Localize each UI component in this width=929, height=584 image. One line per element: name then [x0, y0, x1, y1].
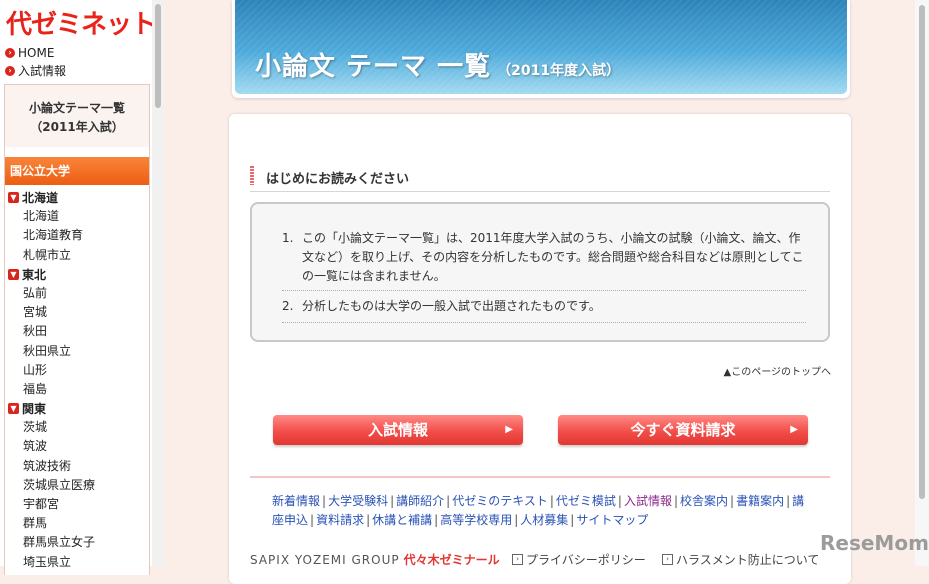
region-label: 北海道: [22, 191, 59, 206]
footer-nav: 新着情報 | 大学受験科 | 講師紹介 | 代ゼミのテキスト | 代ゼミ模試 | 入試情報 | 校舎案内…: [272, 494, 805, 527]
exam-info-button[interactable]: 入試情報 ▶: [273, 415, 523, 445]
group-brand: SAPIX YOZEMI GROUP 代々木ゼミナール: [250, 551, 500, 568]
home-link[interactable]: › HOME: [5, 46, 54, 60]
request-materials-button[interactable]: 今すぐ資料請求 ▶: [558, 415, 808, 445]
sidebar-title-line2: （2011年入試）: [30, 120, 124, 134]
section-heading: はじめにお読みください: [250, 166, 830, 192]
region-tohoku[interactable]: ▼ 東北: [5, 265, 149, 284]
footer-link[interactable]: 資料請求: [316, 513, 364, 527]
page-title-sub: （2011年度入試）: [497, 63, 621, 79]
privacy-policy-label: プライバシーポリシー: [526, 553, 646, 567]
main-scrollbar[interactable]: [915, 0, 929, 566]
heading-bar-icon: [250, 166, 254, 185]
region-label: 関東: [22, 402, 47, 417]
region-label: 東北: [22, 267, 47, 282]
school-link[interactable]: 宇都宮: [5, 495, 149, 514]
request-materials-button-label: 今すぐ資料請求: [630, 421, 736, 439]
school-link[interactable]: 秋田: [5, 322, 149, 341]
group-name: SAPIX YOZEMI GROUP: [250, 553, 400, 567]
school-link[interactable]: 山形: [5, 361, 149, 380]
content-panel: はじめにお読みください 1. この「小論文テーマ一覧」は、2011年度大学入試の…: [229, 114, 851, 584]
footer-divider: [250, 476, 830, 478]
region-kanto[interactable]: ▼ 関東: [5, 399, 149, 418]
main-scrollbar-thumb[interactable]: [919, 5, 925, 499]
school-link[interactable]: 茨城: [5, 418, 149, 437]
footer-link[interactable]: 新着情報: [272, 494, 320, 508]
footer-link[interactable]: 入試情報: [624, 494, 672, 508]
school-link[interactable]: 埼玉県立: [5, 553, 149, 572]
sidebar-nav-box: 小論文テーマ一覧 （2011年入試） 国公立大学 ▼ 北海道 北海道 北海道教育…: [4, 84, 150, 575]
school-link[interactable]: 宮城: [5, 303, 149, 322]
category-header[interactable]: 国公立大学: [5, 157, 149, 185]
region-hokkaido[interactable]: ▼ 北海道: [5, 188, 149, 207]
site-logo[interactable]: 代ゼミネット: [6, 4, 157, 41]
school-link[interactable]: 弘前: [5, 284, 149, 303]
page-title: 小論文 テーマ 一覧 （2011年度入試）: [255, 46, 620, 83]
footer-link[interactable]: 人材募集: [520, 513, 568, 527]
footer-link[interactable]: 高等学校専用: [440, 513, 512, 527]
yozemi-logo: 代々木ゼミナール: [403, 553, 500, 567]
footer-link[interactable]: 大学受験科: [328, 494, 388, 508]
school-link[interactable]: 筑波技術: [5, 457, 149, 476]
exam-info-button-label: 入試情報: [367, 421, 428, 439]
arrow-box-icon: ›: [662, 554, 673, 565]
notice-text: この「小論文テーマ一覧」は、2011年度大学入試のうち、小論文の試験（小論文、論…: [302, 231, 804, 283]
exam-info-link-label: 入試情報: [18, 64, 67, 78]
footer-bottom-row: SAPIX YOZEMI GROUP 代々木ゼミナール › プライバシーポリシー …: [250, 551, 850, 571]
harassment-label: ハラスメント防止について: [676, 553, 820, 567]
school-link[interactable]: 茨城県立医療: [5, 476, 149, 495]
school-link[interactable]: 秋田県立: [5, 342, 149, 361]
sidebar-title: 小論文テーマ一覧 （2011年入試）: [5, 85, 149, 147]
privacy-policy-link[interactable]: › プライバシーポリシー: [512, 551, 646, 568]
region-list: ▼ 北海道 北海道 北海道教育 札幌市立 ▼ 東北 弘前 宮城 秋田 秋田県立 …: [5, 185, 149, 572]
arrow-right-icon: ▶: [790, 424, 798, 435]
banner-background: 小論文 テーマ 一覧 （2011年度入試）: [235, 0, 847, 94]
notice-item: 2. 分析したものは大学の一般入試で出題されたものです。: [282, 297, 806, 323]
notice-text: 分析したものは大学の一般入試で出題されたものです。: [302, 299, 601, 313]
footer-link[interactable]: 代ゼミのテキスト: [452, 494, 548, 508]
sidebar-title-line1: 小論文テーマ一覧: [28, 101, 125, 115]
down-arrow-icon: ▼: [8, 268, 19, 280]
notice-box: 1. この「小論文テーマ一覧」は、2011年度大学入試のうち、小論文の試験（小論…: [250, 202, 830, 342]
school-link[interactable]: 福島: [5, 380, 149, 399]
school-link[interactable]: 群馬県立女子: [5, 533, 149, 552]
harassment-link[interactable]: › ハラスメント防止について: [662, 551, 819, 568]
footer-link[interactable]: 講師紹介: [396, 494, 444, 508]
school-link[interactable]: 筑波: [5, 437, 149, 456]
section-heading-text: はじめにお読みください: [266, 172, 410, 187]
resemom-watermark: ReseMom: [820, 531, 929, 555]
arrow-circle-icon: ›: [5, 65, 15, 76]
footer-link[interactable]: 代ゼミ模試: [556, 494, 616, 508]
notice-number: 2.: [282, 299, 294, 313]
sidebar-scrollbar-thumb[interactable]: [155, 4, 161, 108]
arrow-circle-icon: ›: [5, 48, 15, 58]
home-link-label: HOME: [18, 46, 55, 60]
notice-item: 1. この「小論文テーマ一覧」は、2011年度大学入試のうち、小論文の試験（小論…: [282, 229, 806, 291]
footer-link[interactable]: 書籍案内: [736, 494, 784, 508]
arrow-box-icon: ›: [512, 554, 523, 565]
exam-info-link[interactable]: › 入試情報: [5, 62, 66, 79]
down-arrow-icon: ▼: [8, 403, 19, 415]
footer-link[interactable]: 休講と補講: [372, 513, 432, 527]
notice-number: 1.: [282, 231, 294, 245]
school-link[interactable]: 北海道教育: [5, 226, 149, 245]
back-to-top-link[interactable]: ▲このページのトップへ: [724, 363, 832, 378]
page-title-main: 小論文 テーマ 一覧: [255, 52, 492, 82]
footer-link[interactable]: サイトマップ: [576, 513, 648, 527]
footer-link[interactable]: 校舎案内: [680, 494, 728, 508]
school-link[interactable]: 北海道: [5, 207, 149, 226]
school-link[interactable]: 群馬: [5, 514, 149, 533]
arrow-right-icon: ▶: [505, 424, 513, 435]
page-banner: 小論文 テーマ 一覧 （2011年度入試）: [232, 0, 850, 98]
sidebar-scrollbar[interactable]: [152, 0, 164, 566]
down-arrow-icon: ▼: [8, 192, 19, 204]
school-link[interactable]: 札幌市立: [5, 246, 149, 265]
sidebar: 代ゼミネット › HOME › 入試情報 小論文テーマ一覧 （2011年入試） …: [0, 0, 157, 575]
